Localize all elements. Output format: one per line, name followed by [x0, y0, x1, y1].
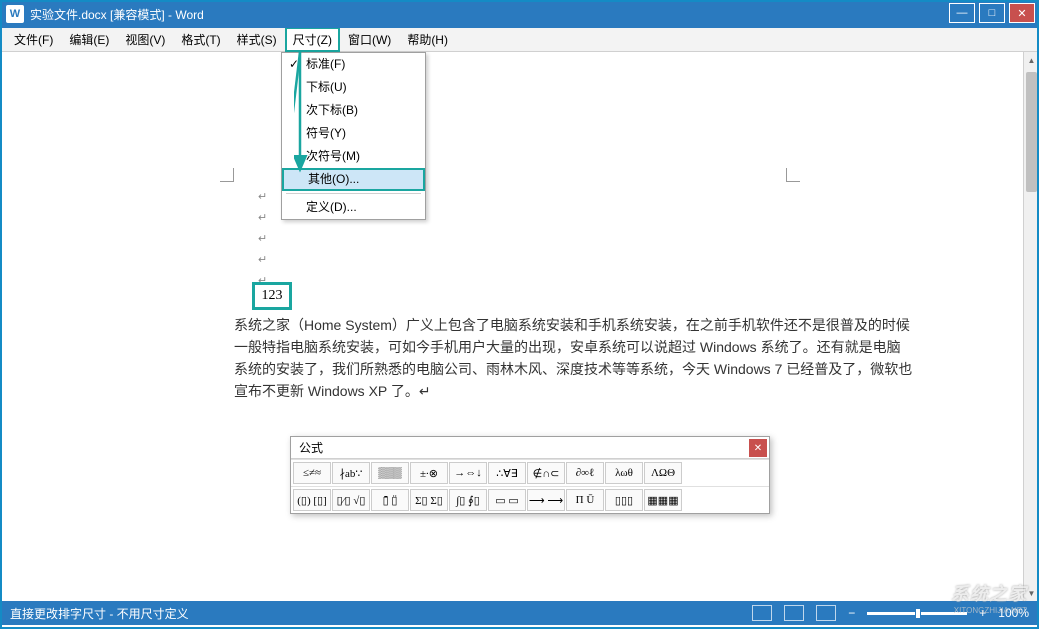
margin-marker-top-left	[220, 168, 234, 182]
page: ↵↵↵↵↵ 123 系统之家（Home System）广义上包含了电脑系统安装和…	[110, 70, 910, 601]
equation-toolbar: 公式 ✕ ≤≠≈∤ab∵▒▒▒±∙⊗→⇔↓∴∀∃∉∩⊂∂∞ℓλωθΛΩΘ (▯)…	[290, 436, 770, 514]
scroll-down-icon[interactable]: ▼	[1024, 585, 1039, 601]
window-title: 实验文件.docx [兼容模式] - Word	[30, 6, 204, 23]
equation-palette-button[interactable]: ±∙⊗	[410, 462, 448, 484]
zoom-value[interactable]: 100%	[998, 606, 1029, 620]
scroll-up-icon[interactable]: ▲	[1024, 52, 1039, 68]
dropdown-item-label: 其他(O)...	[308, 170, 359, 189]
menu-item-格式[interactable]: 格式(T)	[173, 27, 228, 52]
word-app-icon: W	[6, 5, 24, 23]
equation-palette-button[interactable]: ▒▒▒	[371, 462, 409, 484]
equation-toolbar-title-text: 公式	[299, 439, 323, 456]
equation-palette-button[interactable]: Σ▯ Σ▯	[410, 489, 448, 511]
statusbar-message: 直接更改排字尺寸 - 不用尺寸定义	[10, 605, 189, 622]
dropdown-item-label: 符号(Y)	[306, 122, 346, 145]
menu-item-样式[interactable]: 样式(S)	[229, 27, 285, 52]
zoom-slider[interactable]	[867, 612, 967, 615]
zoom-out-button[interactable]: −	[848, 606, 855, 620]
menu-item-文件[interactable]: 文件(F)	[6, 27, 61, 52]
dropdown-item[interactable]: 定义(D)...	[282, 196, 425, 219]
view-mode-read-icon[interactable]	[752, 605, 772, 621]
maximize-button[interactable]: □	[979, 3, 1005, 23]
dropdown-item[interactable]: 其他(O)...	[282, 168, 425, 191]
equation-palette-button[interactable]: ∫▯ ∮▯	[449, 489, 487, 511]
equation-object[interactable]: 123	[252, 282, 292, 310]
dropdown-item-label: 定义(D)...	[306, 196, 357, 219]
titlebar: W 实验文件.docx [兼容模式] - Word — □ ✕	[0, 0, 1039, 28]
close-button[interactable]: ✕	[1009, 3, 1035, 23]
menubar: 文件(F)编辑(E)视图(V)格式(T)样式(S)尺寸(Z)窗口(W)帮助(H)	[0, 28, 1039, 52]
equation-palette-button[interactable]: ▯▯▯	[605, 489, 643, 511]
equation-palette-button[interactable]: ▯⁄▯ √▯	[332, 489, 370, 511]
window-controls: — □ ✕	[949, 3, 1035, 23]
equation-palette-button[interactable]: (▯) [▯]	[293, 489, 331, 511]
dropdown-item-label: 下标(U)	[306, 76, 347, 99]
equation-toolbar-title[interactable]: 公式 ✕	[291, 437, 769, 459]
dropdown-item[interactable]: ✓标准(F)	[282, 53, 425, 76]
vertical-scrollbar[interactable]: ▲ ▼	[1023, 52, 1039, 601]
equation-palette-button[interactable]: Π Ū	[566, 489, 604, 511]
equation-palette-button[interactable]: ▦▦▦	[644, 489, 682, 511]
margin-marker-top-right	[786, 168, 800, 182]
minimize-button[interactable]: —	[949, 3, 975, 23]
dropdown-item[interactable]: 次符号(M)	[282, 145, 425, 168]
dropdown-item-label: 次符号(M)	[306, 145, 360, 168]
zoom-in-button[interactable]: +	[979, 606, 986, 620]
menu-item-编辑[interactable]: 编辑(E)	[61, 27, 117, 52]
equation-palette-button[interactable]: ▭ ▭	[488, 489, 526, 511]
menu-item-尺寸[interactable]: 尺寸(Z)	[285, 27, 340, 52]
check-icon: ✓	[282, 53, 306, 76]
equation-palette-button[interactable]: ≤≠≈	[293, 462, 331, 484]
view-mode-print-icon[interactable]	[784, 605, 804, 621]
menu-item-窗口[interactable]: 窗口(W)	[340, 27, 399, 52]
zoom-slider-handle[interactable]	[915, 608, 921, 619]
equation-palette-button[interactable]: ∂∞ℓ	[566, 462, 604, 484]
menu-separator	[286, 193, 421, 194]
view-mode-web-icon[interactable]	[816, 605, 836, 621]
menu-item-帮助[interactable]: 帮助(H)	[399, 27, 456, 52]
dropdown-item[interactable]: 符号(Y)	[282, 122, 425, 145]
equation-palette-button[interactable]: →⇔↓	[449, 462, 487, 484]
scrollbar-thumb[interactable]	[1026, 72, 1037, 192]
equation-toolbar-close-button[interactable]: ✕	[749, 439, 767, 457]
paragraph-marks: ↵↵↵↵↵	[258, 190, 267, 295]
equation-palette-button[interactable]: ∤ab∵	[332, 462, 370, 484]
equation-palette-button[interactable]: ΛΩΘ	[644, 462, 682, 484]
document-body-text[interactable]: 系统之家（Home System）广义上包含了电脑系统安装和手机系统安装，在之前…	[234, 314, 914, 402]
equation-palette-button[interactable]: ∴∀∃	[488, 462, 526, 484]
equation-palette-button[interactable]: ▯̄ ▯̈	[371, 489, 409, 511]
equation-palette-row-1: ≤≠≈∤ab∵▒▒▒±∙⊗→⇔↓∴∀∃∉∩⊂∂∞ℓλωθΛΩΘ	[291, 459, 769, 486]
equation-palette-button[interactable]: ⟶ ⟶	[527, 489, 565, 511]
dropdown-item[interactable]: 次下标(B)	[282, 99, 425, 122]
dropdown-item-label: 标准(F)	[306, 53, 345, 76]
equation-palette-button[interactable]: λωθ	[605, 462, 643, 484]
equation-palette-button[interactable]: ∉∩⊂	[527, 462, 565, 484]
equation-palette-row-2: (▯) [▯]▯⁄▯ √▯▯̄ ▯̈Σ▯ Σ▯∫▯ ∮▯▭ ▭⟶ ⟶Π Ū▯▯▯…	[291, 486, 769, 513]
menu-item-视图[interactable]: 视图(V)	[117, 27, 173, 52]
size-menu-dropdown: ✓标准(F)下标(U)次下标(B)符号(Y)次符号(M) 其他(O)... 定义(D…	[281, 52, 426, 220]
document-area: ↵↵↵↵↵ 123 系统之家（Home System）广义上包含了电脑系统安装和…	[0, 52, 1023, 601]
dropdown-item-label: 次下标(B)	[306, 99, 358, 122]
statusbar: 直接更改排字尺寸 - 不用尺寸定义 − + 100%	[0, 601, 1039, 625]
dropdown-item[interactable]: 下标(U)	[282, 76, 425, 99]
